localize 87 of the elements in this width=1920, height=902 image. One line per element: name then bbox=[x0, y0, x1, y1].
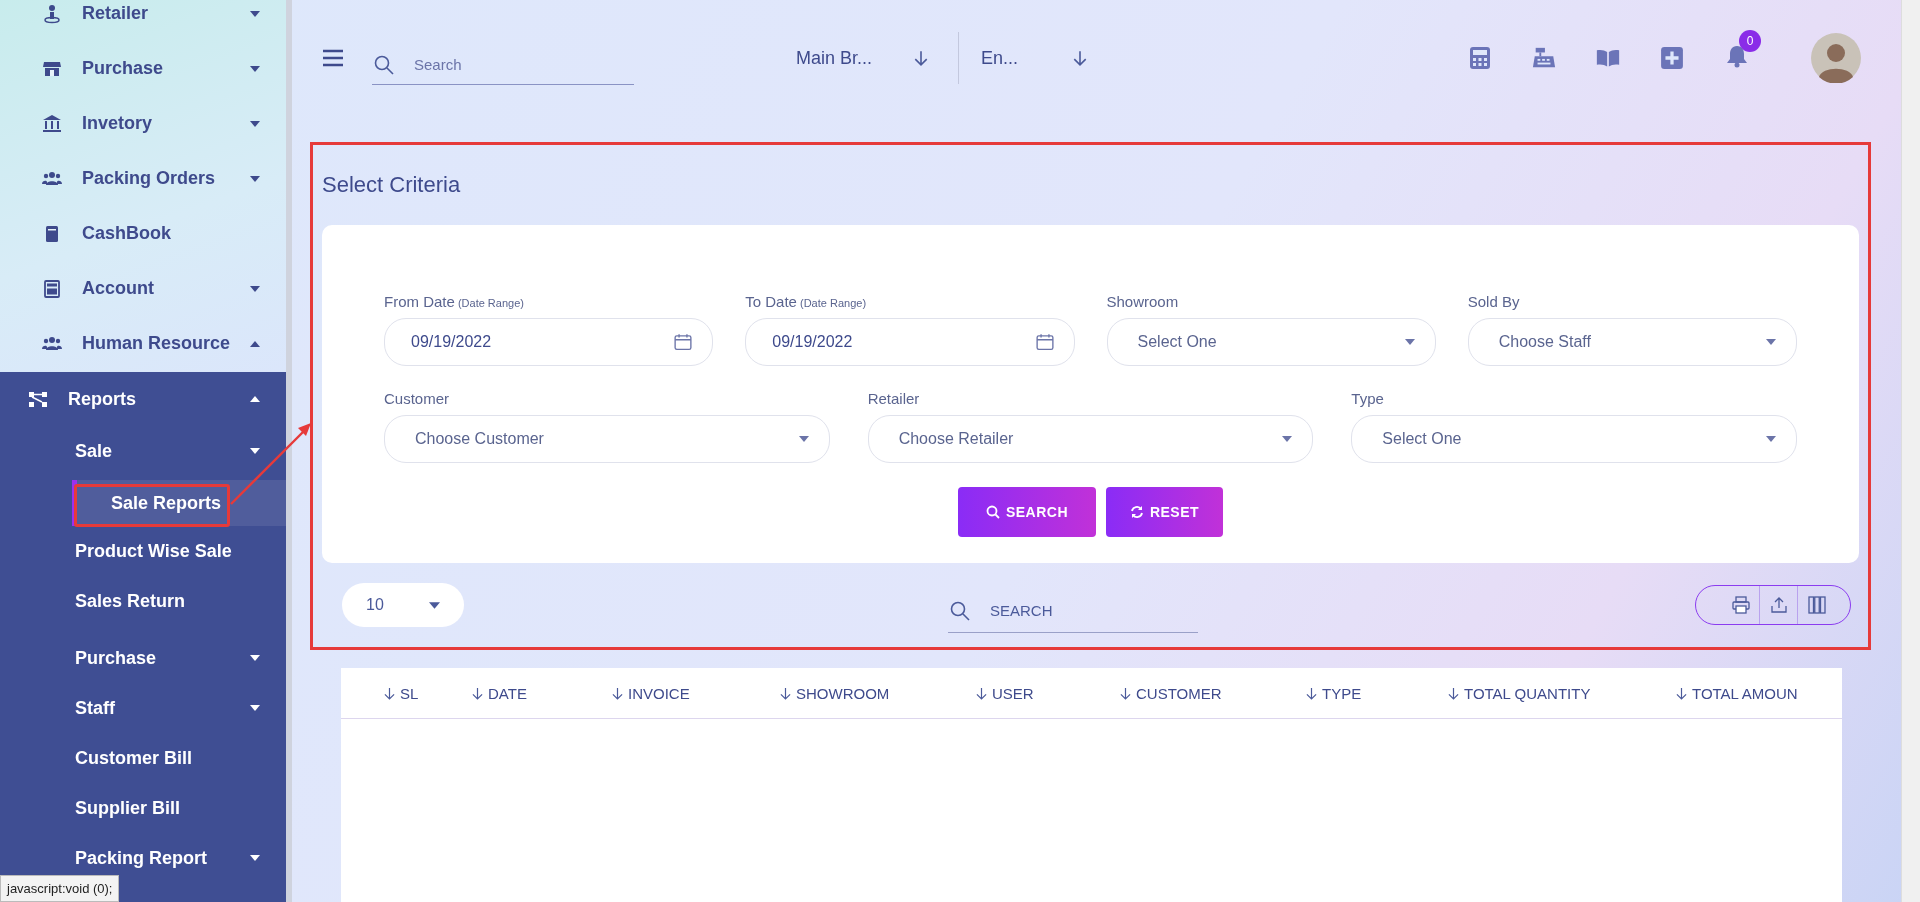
plus-square-icon[interactable] bbox=[1660, 46, 1684, 70]
upload-icon bbox=[1769, 596, 1788, 615]
arrow-down-icon bbox=[1073, 50, 1088, 66]
column-header[interactable]: USER bbox=[976, 684, 1120, 702]
search-field[interactable]: Search bbox=[412, 55, 566, 74]
reset-button[interactable]: RESET bbox=[1106, 486, 1223, 537]
notification-badge: 0 bbox=[1739, 30, 1761, 52]
sort-arrow-icon bbox=[1448, 686, 1459, 700]
status-tooltip: javascript:void (0); bbox=[0, 875, 120, 902]
sidebar-item[interactable]: Account bbox=[0, 261, 286, 316]
table-search-field[interactable]: SEARCH bbox=[988, 601, 1142, 621]
sort-arrow-icon bbox=[1120, 686, 1131, 700]
sidebar-item[interactable]: Retailer bbox=[0, 0, 286, 41]
sidebar-item[interactable]: Sale Reports bbox=[72, 480, 286, 526]
sidebar-item[interactable]: Invetory bbox=[0, 96, 286, 151]
sidebar-scrollbar[interactable] bbox=[286, 0, 292, 902]
caret-down-icon bbox=[1282, 435, 1293, 442]
select-field[interactable]: Select One bbox=[1106, 317, 1436, 366]
column-header[interactable]: CUSTOMER bbox=[1120, 684, 1306, 702]
search-icon bbox=[374, 54, 394, 75]
arrow-down-icon bbox=[914, 50, 929, 66]
date-field[interactable]: 09/19/2022 bbox=[384, 317, 714, 366]
page-size-select[interactable]: 10 bbox=[342, 583, 464, 628]
sort-arrow-icon bbox=[976, 686, 987, 700]
search-button[interactable]: SEARCH bbox=[958, 486, 1096, 537]
sort-arrow-icon bbox=[780, 686, 791, 700]
person-pin-icon bbox=[42, 3, 62, 24]
field-label: Type bbox=[1351, 389, 1385, 407]
calendar-icon bbox=[674, 332, 693, 351]
field-label: Customer bbox=[384, 389, 451, 407]
caret-down-icon bbox=[1766, 338, 1776, 345]
calculator-icon bbox=[42, 278, 62, 299]
date-field[interactable]: 09/19/2022 bbox=[745, 317, 1075, 366]
bell-icon[interactable] bbox=[1725, 44, 1749, 68]
sort-arrow-icon bbox=[612, 686, 623, 700]
select-field[interactable]: Choose Retailer bbox=[867, 414, 1314, 463]
sort-arrow-icon bbox=[472, 686, 483, 700]
sidebar-item[interactable]: Purchase bbox=[0, 41, 286, 96]
field-label: From Date (Date Range) bbox=[384, 292, 525, 310]
calculator-icon[interactable] bbox=[1468, 46, 1492, 70]
branch-dropdown[interactable]: Main Br... bbox=[796, 47, 929, 69]
menu-icon[interactable] bbox=[322, 49, 344, 67]
sidebar-item[interactable]: Human Resource bbox=[0, 316, 286, 371]
sidebar-item[interactable]: Customer Bill bbox=[0, 733, 286, 783]
sidebar-item[interactable]: Purchase bbox=[0, 633, 286, 683]
sort-arrow-icon bbox=[1306, 686, 1317, 700]
sort-arrow-icon bbox=[384, 686, 395, 700]
search-icon bbox=[985, 504, 1000, 519]
field-label: To Date (Date Range) bbox=[745, 292, 868, 310]
avatar[interactable] bbox=[1811, 33, 1861, 83]
calendar-icon bbox=[1035, 332, 1054, 351]
field-label: Sold By bbox=[1467, 292, 1521, 310]
sidebar-item[interactable]: Sales Return bbox=[0, 576, 286, 626]
caret-down-icon bbox=[1766, 435, 1776, 442]
cash-register-icon[interactable] bbox=[1532, 46, 1556, 70]
column-header[interactable]: INVOICE bbox=[612, 684, 780, 702]
search-icon bbox=[950, 600, 970, 621]
column-header[interactable]: TYPE bbox=[1306, 684, 1448, 702]
columns-icon bbox=[1808, 596, 1826, 615]
select-field[interactable]: Select One bbox=[1351, 414, 1797, 463]
column-header[interactable]: DATE bbox=[472, 684, 612, 702]
sidebar-item[interactable]: Product Wise Sale bbox=[0, 526, 286, 576]
sidebar-item[interactable]: CashBook bbox=[0, 206, 286, 261]
column-header[interactable]: SHOWROOM bbox=[780, 684, 976, 702]
sidebar-item[interactable]: Staff bbox=[0, 683, 286, 733]
language-dropdown[interactable]: En... bbox=[981, 47, 1088, 69]
sidebar-item[interactable]: Supplier Bill bbox=[0, 783, 286, 833]
select-field[interactable]: Choose Staff bbox=[1467, 317, 1797, 366]
caret-down-icon bbox=[798, 435, 809, 442]
field-label: Retailer bbox=[867, 389, 921, 407]
column-header[interactable]: SL bbox=[384, 684, 472, 702]
section-title: Select Criteria bbox=[322, 170, 462, 199]
select-field[interactable]: Choose Customer bbox=[384, 414, 830, 463]
column-header[interactable]: TOTAL AMOUN bbox=[1676, 684, 1842, 702]
refresh-icon bbox=[1129, 504, 1144, 519]
bank-icon bbox=[42, 113, 62, 134]
sidebar-item[interactable]: Sale bbox=[0, 426, 286, 476]
sitemap-icon bbox=[28, 389, 48, 409]
sidebar-item[interactable]: Packing Orders bbox=[0, 151, 286, 206]
column-header[interactable]: TOTAL QUANTITY bbox=[1448, 684, 1676, 702]
page-scrollbar[interactable] bbox=[1901, 0, 1920, 902]
sort-arrow-icon bbox=[1676, 686, 1687, 700]
caret-down-icon bbox=[429, 601, 440, 609]
caret-down-icon bbox=[1404, 338, 1415, 345]
printer-icon bbox=[1731, 596, 1750, 615]
field-label: Showroom bbox=[1106, 292, 1180, 310]
sidebar-item[interactable]: Reports bbox=[0, 372, 286, 426]
